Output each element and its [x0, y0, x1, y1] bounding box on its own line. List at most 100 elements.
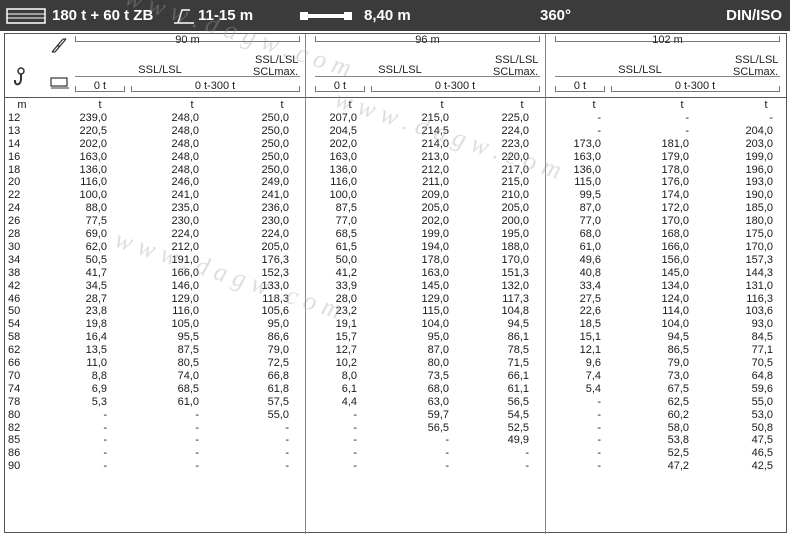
load-cell: - — [597, 124, 601, 137]
load-cell: - — [445, 460, 449, 473]
load-cell: 202,0 — [421, 215, 449, 228]
load-cell: 15,1 — [579, 331, 601, 344]
header-rule — [555, 76, 780, 77]
load-cell: 124,0 — [661, 292, 689, 305]
load-cell: 246,0 — [171, 176, 199, 189]
load-cell: - — [353, 434, 357, 447]
boom-icon — [49, 36, 71, 59]
load-cell: - — [195, 408, 199, 421]
load-cell: - — [285, 447, 289, 460]
load-cell: 224,0 — [261, 228, 289, 240]
width-label: 8,40 m — [364, 7, 411, 24]
slew-label: 360° — [540, 7, 572, 24]
radius-cell: 86 — [8, 447, 21, 460]
load-cell: - — [103, 421, 107, 434]
load-cell: 4,4 — [341, 395, 357, 408]
load-cell: 163,0 — [573, 150, 601, 163]
load-cell: 94,5 — [667, 331, 689, 344]
load-cell: 67,5 — [667, 382, 689, 395]
load-cell: 220,5 — [79, 124, 107, 137]
load-cell: - — [195, 460, 199, 473]
load-cell: 190,0 — [745, 189, 773, 202]
table-row: 38 41,7 166,0 152,3 41,2 163,0 151,3 40,8 145,0 1… — [5, 267, 786, 280]
load-cell: - — [597, 111, 601, 124]
load-cell: - — [195, 447, 199, 460]
load-cell: 250,0 — [261, 163, 289, 176]
table-row: 42 34,5 146,0 133,0 33,9 145,0 132,0 33,4 134,0 1… — [5, 280, 786, 293]
load-cell: - — [103, 460, 107, 473]
table-row: 82 - - - - 56,5 52,5 - 58,0 50,8 — [5, 422, 786, 435]
range-bracket — [611, 86, 780, 92]
load-cell: 105,6 — [261, 305, 289, 318]
load-cell: 87,5 — [177, 344, 199, 357]
load-unit: t — [348, 99, 352, 111]
load-cell: - — [285, 421, 289, 434]
load-cell: 151,3 — [501, 266, 529, 279]
load-cell: - — [353, 447, 357, 460]
load-cell: - — [685, 111, 689, 124]
load-cell: 47,2 — [667, 460, 689, 473]
load-cell: 116,0 — [80, 176, 107, 189]
load-cell: 172,0 — [661, 202, 689, 215]
table-row: 18 136,0 248,0 250,0 136,0 212,0 217,0 136,0 178… — [5, 164, 786, 177]
radius-cell: 90 — [8, 460, 21, 473]
load-cell: 170,0 — [661, 215, 689, 228]
load-cell: 52,5 — [667, 447, 689, 460]
radius-cell: 82 — [8, 421, 21, 434]
load-cell: 41,7 — [85, 266, 107, 279]
load-cell: 239,0 — [79, 111, 107, 124]
load-cell: 205,0 — [501, 202, 529, 215]
load-cell: 230,0 — [261, 215, 289, 228]
table-row: 34 50,5 191,0 176,3 50,0 178,0 170,0 49,6 156,0 1… — [5, 254, 786, 267]
load-cell: 210,0 — [501, 189, 529, 202]
load-cell: 202,0 — [79, 137, 107, 150]
load-cell: 10,2 — [335, 357, 357, 369]
load-cell: 212,0 — [171, 240, 199, 253]
counterweight-bar-icon — [298, 6, 354, 26]
load-cell: 72,5 — [267, 357, 289, 369]
load-cell: 5,3 — [91, 395, 107, 408]
load-cell: 200,0 — [501, 215, 529, 228]
load-cell: 117,3 — [502, 292, 529, 305]
load-cell: 63,0 — [427, 395, 449, 408]
load-cell: 100,0 — [79, 189, 107, 202]
load-cell: 53,0 — [751, 408, 773, 421]
range-bracket — [555, 86, 605, 92]
load-cell: 87,0 — [427, 344, 449, 357]
ssl-label: SSL/LSL — [618, 64, 662, 76]
load-cell: 6,1 — [341, 382, 357, 395]
group-divider — [545, 34, 546, 534]
load-cell: 57,5 — [267, 395, 289, 408]
load-cell: 87,5 — [335, 202, 357, 215]
load-cell: 23,2 — [335, 305, 357, 318]
spec-bar: 180 t + 60 t ZB 11-15 m 8,40 m 360° DIN/… — [0, 0, 790, 31]
radius-cell: 74 — [8, 382, 21, 395]
load-cell: - — [525, 447, 529, 460]
load-cell: - — [597, 408, 601, 421]
load-cell: 47,5 — [751, 434, 773, 447]
load-cell: 136,0 — [573, 163, 601, 176]
load-cell: - — [597, 460, 601, 473]
load-cell: 86,6 — [267, 331, 289, 344]
load-cell: 170,0 — [745, 240, 773, 253]
load-cell: 104,8 — [501, 305, 529, 318]
load-cell: 241,0 — [171, 189, 199, 202]
load-cell: 115,0 — [422, 305, 449, 318]
load-cell: 179,0 — [661, 150, 689, 163]
load-cell: 211,0 — [422, 176, 449, 189]
load-cell: 62,0 — [85, 240, 107, 253]
load-cell: 163,0 — [421, 266, 449, 279]
load-cell: 248,0 — [171, 163, 199, 176]
load-cell: 80,0 — [427, 357, 449, 369]
load-cell: 19,8 — [85, 318, 107, 331]
load-cell: 230,0 — [171, 215, 199, 228]
load-cell: 5,4 — [585, 382, 601, 395]
load-cell: 66,8 — [267, 369, 289, 382]
table-row: 12 239,0 248,0 250,0 207,0 215,0 225,0 - - - — [5, 112, 786, 125]
load-cell: 145,0 — [661, 266, 689, 279]
load-cell: 78,5 — [507, 344, 529, 357]
radius-cell: 66 — [8, 357, 21, 369]
load-cell: 205,0 — [421, 202, 449, 215]
load-cell: 116,0 — [172, 305, 199, 318]
load-cell: 116,0 — [330, 176, 357, 189]
